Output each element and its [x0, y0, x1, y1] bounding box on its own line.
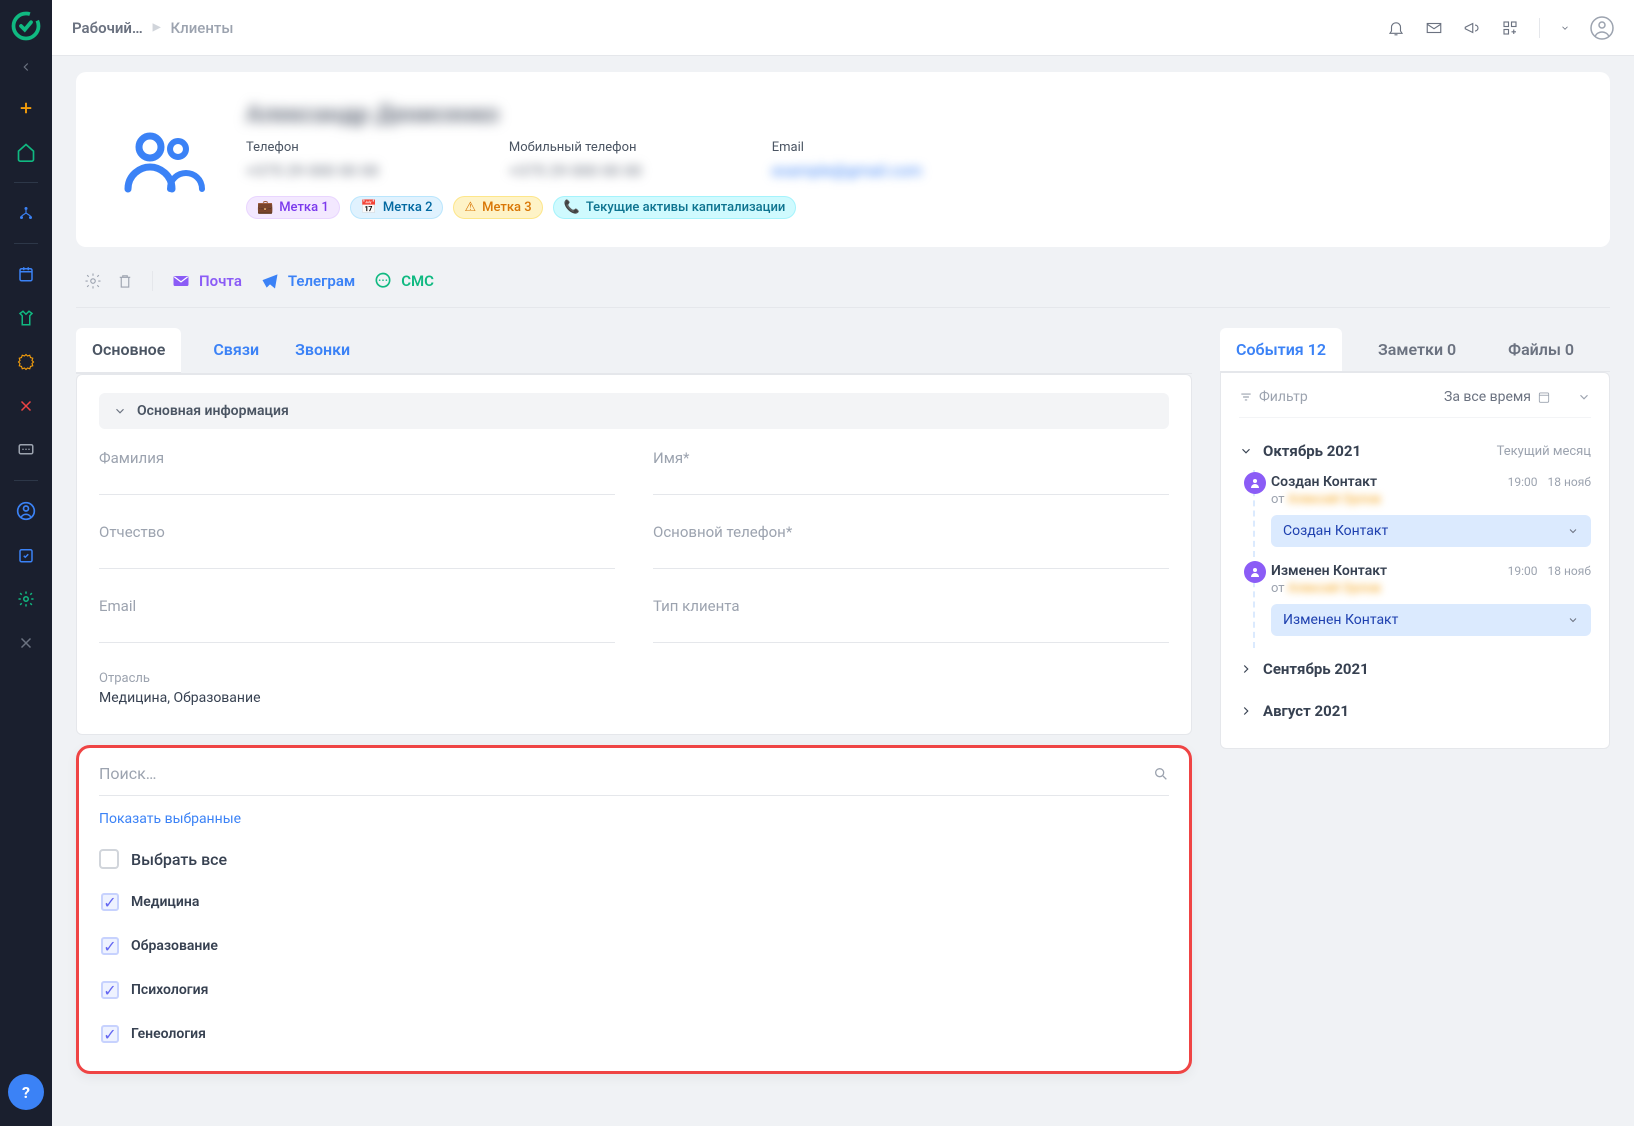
client-mobile-field: Мобильный телефон +375 29 000 00 00 [509, 140, 642, 180]
chevron-down-icon [1567, 614, 1579, 626]
tag-1[interactable]: 💼Метка 1 [246, 196, 340, 219]
tab-links[interactable]: Связи [209, 328, 263, 373]
dropdown-option[interactable]: ✓ Медицина [101, 885, 1169, 919]
right-tabs: События 12 Заметки 0 Файлы 0 [1220, 328, 1610, 372]
action-row: Почта Телеграм СМС [76, 255, 1610, 308]
filter-period-select[interactable]: За все время [1444, 389, 1551, 405]
topbar: Рабочий… ▶ Клиенты [52, 0, 1634, 56]
dropdown-options: ✓ Медицина ✓ Образование ✓ Психология [99, 885, 1169, 1051]
field-industry[interactable]: Отрасль Медицина, Образование [99, 671, 615, 706]
field-clienttype[interactable]: Тип клиента [653, 597, 1169, 643]
person-badge-icon [1244, 561, 1266, 583]
trash-icon[interactable] [116, 272, 134, 290]
event-pill[interactable]: Изменен Контакт [1271, 604, 1591, 636]
chevron-down-icon[interactable] [1577, 390, 1591, 404]
rtab-notes[interactable]: Заметки 0 [1362, 328, 1472, 371]
checkbox-unchecked-icon[interactable] [99, 849, 119, 869]
client-phone-field: Телефон +375 29 000 00 00 [246, 140, 379, 180]
event-item: Изменен Контакт 19:00 18 нояб от Алексей… [1271, 559, 1591, 648]
briefcase-icon: 💼 [257, 200, 273, 215]
tag-3[interactable]: ⚠Метка 3 [453, 196, 542, 219]
tag-4[interactable]: 📞Текущие активы капитализации [553, 196, 797, 219]
action-sms-button[interactable]: СМС [373, 271, 434, 291]
client-header-card: Александр Денисенко Телефон +375 29 000 … [76, 72, 1610, 247]
month-header-current[interactable]: Октябрь 2021 Текущий месяц [1239, 432, 1591, 470]
field-patronymic[interactable]: Отчество [99, 523, 615, 569]
month-header-sep[interactable]: Сентябрь 2021 [1239, 648, 1591, 690]
dropdown-select-all[interactable]: Выбрать все [99, 841, 1169, 877]
sidebar-chat-icon[interactable] [0, 428, 52, 472]
bell-icon[interactable] [1387, 19, 1405, 37]
rtab-events[interactable]: События 12 [1220, 328, 1342, 371]
mail-icon[interactable] [1425, 19, 1443, 37]
dropdown-search-input[interactable] [99, 764, 1153, 783]
chevron-right-icon [1239, 662, 1253, 676]
search-icon[interactable] [1153, 766, 1169, 782]
sidebar-collapse-icon[interactable] [19, 48, 33, 86]
sidebar-home-icon[interactable] [0, 130, 52, 174]
dropdown-option[interactable]: ✓ Психология [101, 973, 1169, 1007]
rtab-files[interactable]: Файлы 0 [1492, 328, 1590, 371]
sidebar-user-icon[interactable] [0, 489, 52, 533]
sidebar-help-icon[interactable]: ? [8, 1074, 44, 1110]
breadcrumb: Рабочий… ▶ Клиенты [72, 19, 233, 37]
sidebar-calendar-icon[interactable] [0, 252, 52, 296]
checkbox-checked-icon[interactable]: ✓ [101, 1025, 119, 1043]
chevron-right-icon: ▶ [153, 22, 161, 33]
sidebar-shirt-icon[interactable] [0, 296, 52, 340]
calendar-icon: 📅 [361, 200, 377, 215]
filter-row: Фильтр За все время [1239, 389, 1591, 418]
chevron-down-icon [1239, 444, 1253, 458]
dropdown-search [99, 764, 1169, 796]
person-badge-icon [1244, 472, 1266, 494]
checkbox-checked-icon[interactable]: ✓ [101, 981, 119, 999]
field-lastname[interactable]: Фамилия [99, 449, 615, 495]
sidebar-add-icon[interactable] [0, 86, 52, 130]
sidebar-wrench-icon[interactable] [0, 621, 52, 665]
breadcrumb-root[interactable]: Рабочий… [72, 19, 143, 37]
client-avatar-icon [112, 100, 222, 219]
warning-icon: ⚠ [464, 200, 476, 215]
sidebar-badge-icon[interactable] [0, 340, 52, 384]
field-email[interactable]: Email [99, 597, 615, 643]
client-name: Александр Денисенко [246, 100, 1574, 128]
dropdown-option[interactable]: ✓ Образование [101, 929, 1169, 963]
month-header-aug[interactable]: Август 2021 [1239, 690, 1591, 732]
chevron-down-icon [1567, 525, 1579, 537]
dropdown-caret-icon[interactable] [1560, 23, 1570, 33]
tab-calls[interactable]: Звонки [291, 328, 354, 373]
client-email-field: Email example@gmail.com [772, 140, 922, 180]
action-telegram-button[interactable]: Телеграм [260, 271, 355, 291]
user-avatar-icon[interactable] [1590, 16, 1614, 40]
event-item: Создан Контакт 19:00 18 нояб от Алексей … [1271, 470, 1591, 559]
tag-2[interactable]: 📅Метка 2 [350, 196, 444, 219]
breadcrumb-current: Клиенты [170, 19, 233, 37]
event-pill[interactable]: Создан Контакт [1271, 515, 1591, 547]
megaphone-icon[interactable] [1463, 19, 1481, 37]
app-logo[interactable] [8, 8, 44, 44]
topbar-actions [1387, 16, 1614, 40]
gear-icon[interactable] [84, 272, 102, 290]
main-tabs: Основное Связи Звонки [76, 328, 1192, 374]
filter-label: Фильтр [1239, 389, 1308, 405]
apps-icon[interactable] [1501, 19, 1519, 37]
chevron-right-icon [1239, 704, 1253, 718]
industry-dropdown: Показать выбранные Выбрать все ✓ Медицин… [76, 745, 1192, 1074]
dropdown-show-selected-link[interactable]: Показать выбранные [99, 811, 241, 827]
tab-main[interactable]: Основное [76, 328, 181, 374]
sidebar-schedule-icon[interactable] [0, 533, 52, 577]
sidebar: ? [0, 0, 52, 1126]
checkbox-checked-icon[interactable]: ✓ [101, 893, 119, 911]
section-basic-info[interactable]: Основная информация [99, 393, 1169, 429]
field-mainphone[interactable]: Основной телефон* [653, 523, 1169, 569]
action-mail-button[interactable]: Почта [171, 271, 242, 291]
sidebar-settings-icon[interactable] [0, 577, 52, 621]
sidebar-org-icon[interactable] [0, 191, 52, 235]
phone-icon: 📞 [564, 200, 580, 215]
checkbox-checked-icon[interactable]: ✓ [101, 937, 119, 955]
dropdown-option[interactable]: ✓ Генеология [101, 1017, 1169, 1051]
sidebar-tools-icon[interactable] [0, 384, 52, 428]
field-firstname[interactable]: Имя* [653, 449, 1169, 495]
